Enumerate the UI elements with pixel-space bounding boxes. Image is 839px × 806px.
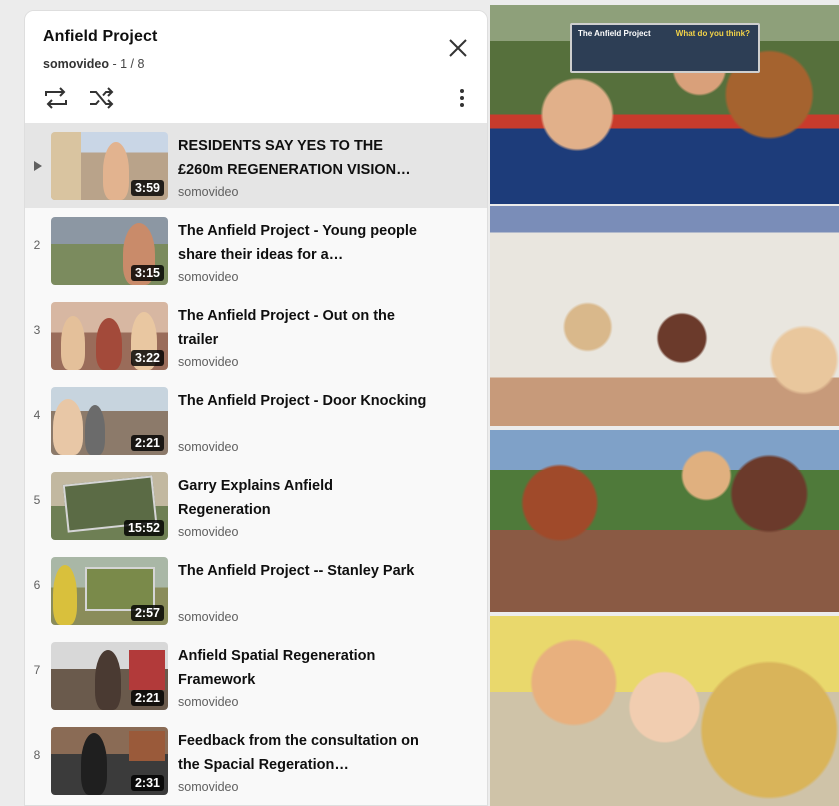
- video-title[interactable]: Garry Explains Anfield Regeneration: [178, 474, 428, 522]
- playlist-position: 1 / 8: [120, 57, 145, 71]
- more-vert-icon[interactable]: [451, 85, 473, 111]
- playlist-header: Anfield Project somovideo - 1 / 8: [25, 11, 487, 123]
- video-thumbnail[interactable]: 2:31: [51, 727, 168, 795]
- video-channel[interactable]: somovideo: [178, 185, 238, 199]
- video-duration: 2:31: [130, 775, 164, 791]
- video-channel[interactable]: somovideo: [178, 355, 238, 369]
- video-duration: 2:57: [130, 605, 164, 621]
- playlist-item-1[interactable]: 3:59 RESIDENTS SAY YES TO THE £260m REGE…: [25, 123, 487, 208]
- video-index: 6: [33, 578, 41, 592]
- video-duration: 3:15: [130, 265, 164, 281]
- playlist-item-8[interactable]: 8 2:31 Feedback from the consultation on…: [25, 718, 487, 803]
- video-thumbnail[interactable]: 3:15: [51, 217, 168, 285]
- video-index: 2: [33, 238, 41, 252]
- video-thumbnail[interactable]: 3:22: [51, 302, 168, 370]
- video-duration: 2:21: [130, 690, 164, 706]
- video-index: 5: [33, 493, 41, 507]
- playlist-item-6[interactable]: 6 2:57 The Anfield Project -- Stanley Pa…: [25, 548, 487, 633]
- playlist-title[interactable]: Anfield Project: [43, 28, 157, 46]
- video-index: 4: [33, 408, 41, 422]
- video-channel[interactable]: somovideo: [178, 610, 238, 624]
- loop-icon[interactable]: [41, 85, 71, 111]
- video-duration: 3:59: [130, 180, 164, 196]
- playlist-item-2[interactable]: 2 3:15 The Anfield Project - Young peopl…: [25, 208, 487, 293]
- video-thumbnail[interactable]: 2:57: [51, 557, 168, 625]
- sign-left-text: The Anfield Project: [578, 29, 651, 38]
- playlist-item-4[interactable]: 4 2:21 The Anfield Project - Door Knocki…: [25, 378, 487, 463]
- video-thumbnail[interactable]: 2:21: [51, 642, 168, 710]
- video-channel[interactable]: somovideo: [178, 780, 238, 794]
- photo-residents-talking: [490, 430, 839, 612]
- video-duration: 2:21: [130, 435, 164, 451]
- playlist-owner[interactable]: somovideo: [43, 57, 109, 71]
- photo-children-at-board: The Anfield Project What do you think?: [490, 5, 839, 204]
- playlist-item-7[interactable]: 7 2:21 Anfield Spatial Regeneration Fram…: [25, 633, 487, 718]
- video-thumbnail[interactable]: 3:59: [51, 132, 168, 200]
- playlist-item-3[interactable]: 3 3:22 The Anfield Project - Out on the …: [25, 293, 487, 378]
- video-channel[interactable]: somovideo: [178, 270, 238, 284]
- project-sign: The Anfield Project What do you think?: [570, 23, 760, 73]
- video-title[interactable]: Feedback from the consultation on the Sp…: [178, 729, 428, 777]
- video-thumbnail[interactable]: 2:21: [51, 387, 168, 455]
- shuffle-icon[interactable]: [87, 85, 117, 111]
- playlist-item-5[interactable]: 5 15:52 Garry Explains Anfield Regenerat…: [25, 463, 487, 548]
- video-channel[interactable]: somovideo: [178, 440, 238, 454]
- playlist-separator: -: [109, 57, 121, 71]
- sign-right-text: What do you think?: [675, 29, 750, 38]
- playlist-items: 3:59 RESIDENTS SAY YES TO THE £260m REGE…: [25, 123, 487, 803]
- playlist-panel: Anfield Project somovideo - 1 / 8 3:59 R…: [24, 10, 488, 806]
- video-channel[interactable]: somovideo: [178, 695, 238, 709]
- video-thumbnail[interactable]: 15:52: [51, 472, 168, 540]
- video-title[interactable]: The Anfield Project - Young people share…: [178, 219, 428, 267]
- photo-woman-with-child: [490, 616, 839, 806]
- video-title[interactable]: The Anfield Project - Door Knocking: [178, 389, 428, 413]
- video-index: 8: [33, 748, 41, 762]
- video-duration: 15:52: [124, 520, 164, 536]
- video-title[interactable]: The Anfield Project -- Stanley Park: [178, 559, 428, 583]
- close-icon[interactable]: [447, 37, 469, 59]
- video-title[interactable]: RESIDENTS SAY YES TO THE £260m REGENERAT…: [178, 134, 428, 182]
- video-duration: 3:22: [130, 350, 164, 366]
- photo-children-drawing-mural: [490, 206, 839, 426]
- video-index: 7: [33, 663, 41, 677]
- video-title[interactable]: Anfield Spatial Regeneration Framework: [178, 644, 428, 692]
- video-title[interactable]: The Anfield Project - Out on the trailer: [178, 304, 428, 352]
- playlist-subtitle: somovideo - 1 / 8: [43, 57, 144, 71]
- video-index: 3: [33, 323, 41, 337]
- video-channel[interactable]: somovideo: [178, 525, 238, 539]
- now-playing-icon: [34, 161, 42, 171]
